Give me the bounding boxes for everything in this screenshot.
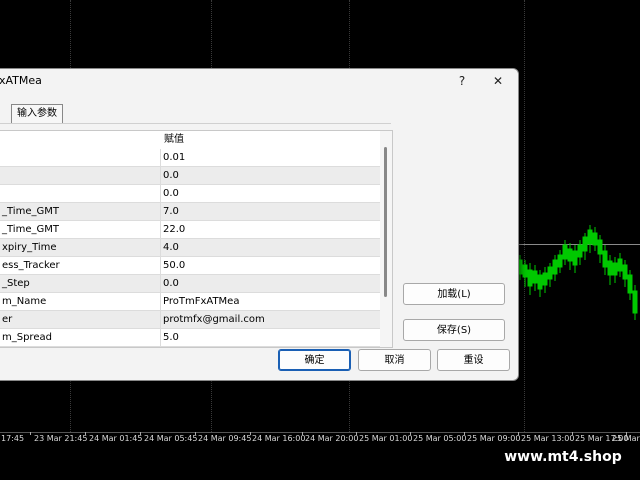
reset-button[interactable]: 重设 <box>437 349 510 371</box>
candle-body <box>527 269 533 287</box>
candle-body <box>557 254 563 268</box>
candle-body <box>622 264 628 280</box>
table-row[interactable]: m_Name ProTmFxATMea <box>0 293 381 311</box>
time-label: 24 Mar 05:45 <box>144 434 198 443</box>
dialog-title: xATMea <box>0 74 42 87</box>
tab-inputs[interactable]: 输入参数 <box>11 104 63 124</box>
param-value[interactable]: 5.0 <box>161 329 381 347</box>
param-value[interactable]: protmfx@gmail.com <box>161 311 381 329</box>
table-row[interactable]: 0.01 <box>0 149 381 167</box>
dialog-titlebar[interactable]: xATMea ? ✕ <box>0 69 518 95</box>
cancel-button[interactable]: 取消 <box>358 349 431 371</box>
table-row[interactable]: m_Spread 5.0 <box>0 329 381 347</box>
time-label: 17:45 <box>1 434 25 443</box>
candles-group <box>517 225 638 320</box>
table-row[interactable]: _Step 0.0 <box>0 275 381 293</box>
table-row[interactable]: 0.0 <box>0 185 381 203</box>
candle-body <box>577 244 583 258</box>
table-row[interactable]: xpiry_Time 4.0 <box>0 239 381 257</box>
table-row[interactable]: 0.0 <box>0 167 381 185</box>
param-value[interactable]: 50.0 <box>161 257 381 275</box>
param-value[interactable]: 22.0 <box>161 221 381 239</box>
candle-body <box>582 236 588 252</box>
time-label: 25 Mar 13:00 <box>521 434 575 443</box>
candle-body <box>592 232 598 246</box>
candle-body <box>532 270 538 284</box>
time-label: 23 Mar 21:45 <box>34 434 88 443</box>
param-name <box>0 185 161 203</box>
param-name: er <box>0 311 161 329</box>
time-label: 24 Mar 16:00 <box>252 434 306 443</box>
save-button[interactable]: 保存(S) <box>403 319 505 341</box>
candle-body <box>587 229 593 245</box>
param-name: m_Spread <box>0 329 161 347</box>
time-label: 25 Mar 09:00 <box>467 434 521 443</box>
help-icon[interactable]: ? <box>452 72 472 90</box>
candle-body <box>537 274 543 290</box>
candlestick-series <box>517 225 638 320</box>
ok-button[interactable]: 确定 <box>278 349 351 371</box>
table-row[interactable]: er protmfx@gmail.com <box>0 311 381 329</box>
scrollbar-thumb[interactable] <box>384 147 387 297</box>
time-label: 25 Mar 05:00 <box>413 434 467 443</box>
table-row[interactable]: ess_Tracker 50.0 <box>0 257 381 275</box>
param-value[interactable]: 0.0 <box>161 185 381 203</box>
param-value[interactable]: 0.0 <box>161 275 381 293</box>
candle-body <box>552 259 558 275</box>
table-row[interactable]: _Time_GMT 22.0 <box>0 221 381 239</box>
candle-body <box>632 290 638 314</box>
param-name <box>0 149 161 167</box>
param-name: m_Name <box>0 293 161 311</box>
load-button[interactable]: 加载(L) <box>403 283 505 305</box>
param-name: xpiry_Time <box>0 239 161 257</box>
axis-tick <box>30 432 31 435</box>
candle-body <box>617 258 623 272</box>
param-name <box>0 167 161 185</box>
candle-body <box>602 250 608 268</box>
candle-body <box>522 264 528 278</box>
candle-body <box>567 248 573 262</box>
time-label: 24 Mar 01:45 <box>89 434 143 443</box>
ea-properties-dialog: xATMea ? ✕ 输入参数 赋值 0.01 0.0 0.0 _Time_GM… <box>0 68 519 381</box>
candle-body <box>612 262 618 276</box>
param-value[interactable]: ProTmFxATMea <box>161 293 381 311</box>
candle-body <box>627 274 633 294</box>
time-label: 24 Mar 09:45 <box>198 434 252 443</box>
param-name: _Step <box>0 275 161 293</box>
parameters-grid[interactable]: 赋值 0.01 0.0 0.0 _Time_GMT 7.0 _Time_GMT … <box>0 130 393 348</box>
param-value[interactable]: 0.01 <box>161 149 381 167</box>
param-name: _Time_GMT <box>0 221 161 239</box>
watermark: www.mt4.shop <box>496 446 630 468</box>
candle-body <box>547 266 553 280</box>
param-value[interactable]: 4.0 <box>161 239 381 257</box>
param-name: ess_Tracker <box>0 257 161 275</box>
candle-body <box>607 260 613 276</box>
candle-body <box>572 250 578 266</box>
candle-body <box>562 244 568 260</box>
time-label: 25 Mar <box>612 434 640 443</box>
time-label: 25 Mar 01:00 <box>359 434 413 443</box>
param-value[interactable]: 0.0 <box>161 167 381 185</box>
param-name: _Time_GMT <box>0 203 161 221</box>
close-icon[interactable]: ✕ <box>488 72 508 90</box>
tab-divider <box>0 123 391 124</box>
time-label: 24 Mar 20:00 <box>305 434 359 443</box>
table-row[interactable]: _Time_GMT 7.0 <box>0 203 381 221</box>
candle-body <box>597 239 603 255</box>
candle-body <box>542 272 548 286</box>
vertical-scrollbar[interactable] <box>380 131 392 347</box>
param-value[interactable]: 7.0 <box>161 203 381 221</box>
column-header-value: 赋值 <box>164 134 184 145</box>
